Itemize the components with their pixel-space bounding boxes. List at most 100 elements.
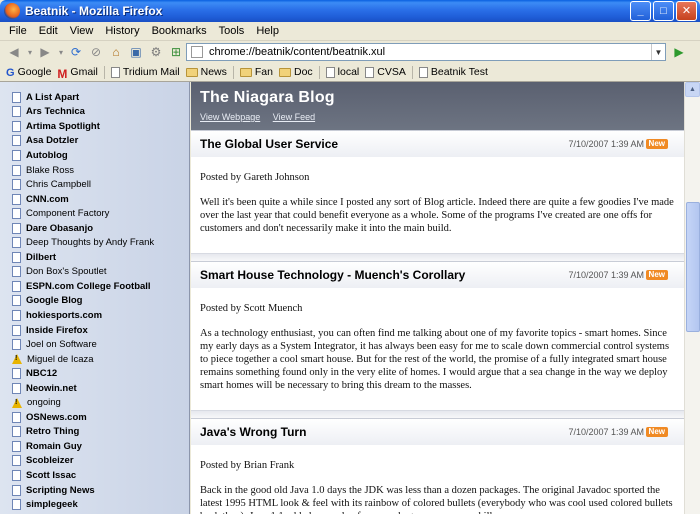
feed-item[interactable]: Inside Firefox <box>0 323 189 338</box>
menu-bookmarks[interactable]: Bookmarks <box>146 25 213 37</box>
post-title[interactable]: The Global User Service <box>200 137 338 151</box>
bookmark-google[interactable]: G Google <box>6 66 51 79</box>
forward-icon[interactable]: ▶ <box>37 44 53 60</box>
feed-label: simplegeek <box>26 499 78 511</box>
feed-label: Scobleizer <box>26 455 74 467</box>
feed-item[interactable]: Ars Technica <box>0 105 189 120</box>
content-scrollbar[interactable]: ▲ <box>684 82 700 514</box>
feed-item[interactable]: OSNews.com <box>0 410 189 425</box>
feed-page-icon <box>12 251 21 263</box>
page-icon <box>418 66 428 78</box>
feed-item[interactable]: Scobleizer <box>0 454 189 469</box>
bookmark-separator <box>103 65 105 79</box>
maximize-button[interactable]: □ <box>653 1 674 21</box>
reload-icon[interactable]: ⟳ <box>68 44 84 60</box>
bookmark-local[interactable]: local <box>325 66 359 78</box>
window-title: Beatnik - Mozilla Firefox <box>25 4 163 18</box>
feed-item[interactable]: Miguel de Icaza <box>0 352 189 367</box>
post-text: As a technology enthusiast, you can ofte… <box>200 328 670 391</box>
forward-dropdown-icon[interactable]: ▾ <box>57 44 65 60</box>
menu-tools[interactable]: Tools <box>213 25 251 37</box>
bookmark-folder-doc[interactable]: Doc <box>278 66 313 78</box>
minimize-button[interactable]: _ <box>630 1 651 21</box>
feed-item[interactable]: Artima Spotlight <box>0 119 189 134</box>
menu-file[interactable]: File <box>3 25 33 37</box>
feed-item[interactable]: Retro Thing <box>0 425 189 440</box>
url-bar[interactable]: chrome://beatnik/content/beatnik.xul ▼ <box>186 43 666 61</box>
bookmark-manager-icon[interactable]: ▣ <box>128 44 144 60</box>
bookmark-cvsa[interactable]: CVSA <box>365 66 406 78</box>
title-bar[interactable]: Beatnik - Mozilla Firefox _ □ ✕ <box>0 0 700 22</box>
view-feed-link[interactable]: View Feed <box>273 112 315 122</box>
feed-item[interactable]: Scripting News <box>0 483 189 498</box>
feed-item[interactable]: Deep Thoughts by Andy Frank <box>0 235 189 250</box>
feed-item[interactable]: CNN.com <box>0 192 189 207</box>
post-title[interactable]: Smart House Technology - Muench's Coroll… <box>200 268 465 282</box>
feed-page-icon <box>12 484 21 496</box>
bookmark-gmail[interactable]: M Gmail <box>57 66 97 81</box>
feed-page-icon <box>12 193 21 205</box>
feed-item[interactable]: ongoing <box>0 395 189 410</box>
feed-item[interactable]: Asa Dotzler <box>0 134 189 149</box>
menu-help[interactable]: Help <box>250 25 285 37</box>
menu-view[interactable]: View <box>64 25 100 37</box>
post-header[interactable]: The Global User Service 7/10/2007 1:39 A… <box>191 131 684 157</box>
feed-page-icon <box>12 455 21 467</box>
feed-label: Ars Technica <box>26 106 85 118</box>
view-webpage-link[interactable]: View Webpage <box>200 112 260 122</box>
post-author: Posted by Gareth Johnson <box>200 172 310 183</box>
feed-item[interactable]: Dare Obasanjo <box>0 221 189 236</box>
page-icon <box>110 66 120 78</box>
feed-item[interactable]: Neowin.net <box>0 381 189 396</box>
feed-item[interactable]: A List Apart <box>0 90 189 105</box>
feed-item[interactable]: Blake Ross <box>0 163 189 178</box>
feed-item[interactable]: NBC12 <box>0 366 189 381</box>
feed-item[interactable]: Dilbert <box>0 250 189 265</box>
feed-item[interactable]: Component Factory <box>0 206 189 221</box>
feed-item[interactable]: simplegeek <box>0 497 189 512</box>
feed-item[interactable]: Chris Campbell <box>0 177 189 192</box>
post-date: 7/10/2007 1:39 AM <box>568 427 644 437</box>
menu-edit[interactable]: Edit <box>33 25 64 37</box>
post-title[interactable]: Java's Wrong Turn <box>200 425 306 439</box>
post-header[interactable]: Java's Wrong Turn 7/10/2007 1:39 AM New <box>191 419 684 445</box>
bookmark-beatnik-test[interactable]: Beatnik Test <box>418 66 488 78</box>
home-icon[interactable]: ⌂ <box>108 44 124 60</box>
post-header[interactable]: Smart House Technology - Muench's Coroll… <box>191 262 684 288</box>
google-icon: G <box>6 66 15 79</box>
scrollbar-thumb[interactable] <box>686 202 700 332</box>
close-button[interactable]: ✕ <box>676 1 697 21</box>
feed-page-icon <box>12 164 21 176</box>
bookmark-folder-fan[interactable]: Fan <box>239 66 273 78</box>
feed-item[interactable]: Romain Guy <box>0 439 189 454</box>
blog-title: The Niagara Blog <box>200 89 335 106</box>
new-tab-icon[interactable]: ⊞ <box>168 44 184 60</box>
bookmark-folder-news[interactable]: News <box>185 66 227 78</box>
back-dropdown-icon[interactable]: ▾ <box>26 44 34 60</box>
feed-label: Deep Thoughts by Andy Frank <box>26 237 155 249</box>
feed-label: Inside Firefox <box>26 324 88 336</box>
feed-item[interactable]: Joel on Software <box>0 337 189 352</box>
feed-item[interactable]: Don Box's Spoutlet <box>0 265 189 280</box>
stop-icon[interactable]: ⊘ <box>88 44 104 60</box>
go-icon[interactable]: ▶ <box>671 44 687 60</box>
settings-icon[interactable]: ⚙ <box>148 44 164 60</box>
feed-label: Dilbert <box>26 251 57 263</box>
menu-history[interactable]: History <box>99 25 145 37</box>
feed-item[interactable]: Scott Issac <box>0 468 189 483</box>
url-dropdown-icon[interactable]: ▼ <box>651 44 665 60</box>
feed-item[interactable]: Autoblog <box>0 148 189 163</box>
feed-label: Retro Thing <box>26 426 80 438</box>
url-text[interactable]: chrome://beatnik/content/beatnik.xul <box>209 46 385 58</box>
back-icon[interactable]: ◀ <box>6 44 22 60</box>
feed-item[interactable]: Google Blog <box>0 294 189 309</box>
feed-page-icon <box>12 382 21 394</box>
scroll-up-icon[interactable]: ▲ <box>685 82 700 97</box>
feed-page-icon <box>12 208 21 220</box>
feed-label: Chris Campbell <box>26 179 91 191</box>
page-favicon-icon <box>191 46 203 58</box>
feed-item[interactable]: hokiesports.com <box>0 308 189 323</box>
feed-item[interactable]: ESPN.com College Football <box>0 279 189 294</box>
bookmark-tridium-mail[interactable]: Tridium Mail <box>110 66 180 78</box>
feed-page-icon <box>12 135 21 147</box>
